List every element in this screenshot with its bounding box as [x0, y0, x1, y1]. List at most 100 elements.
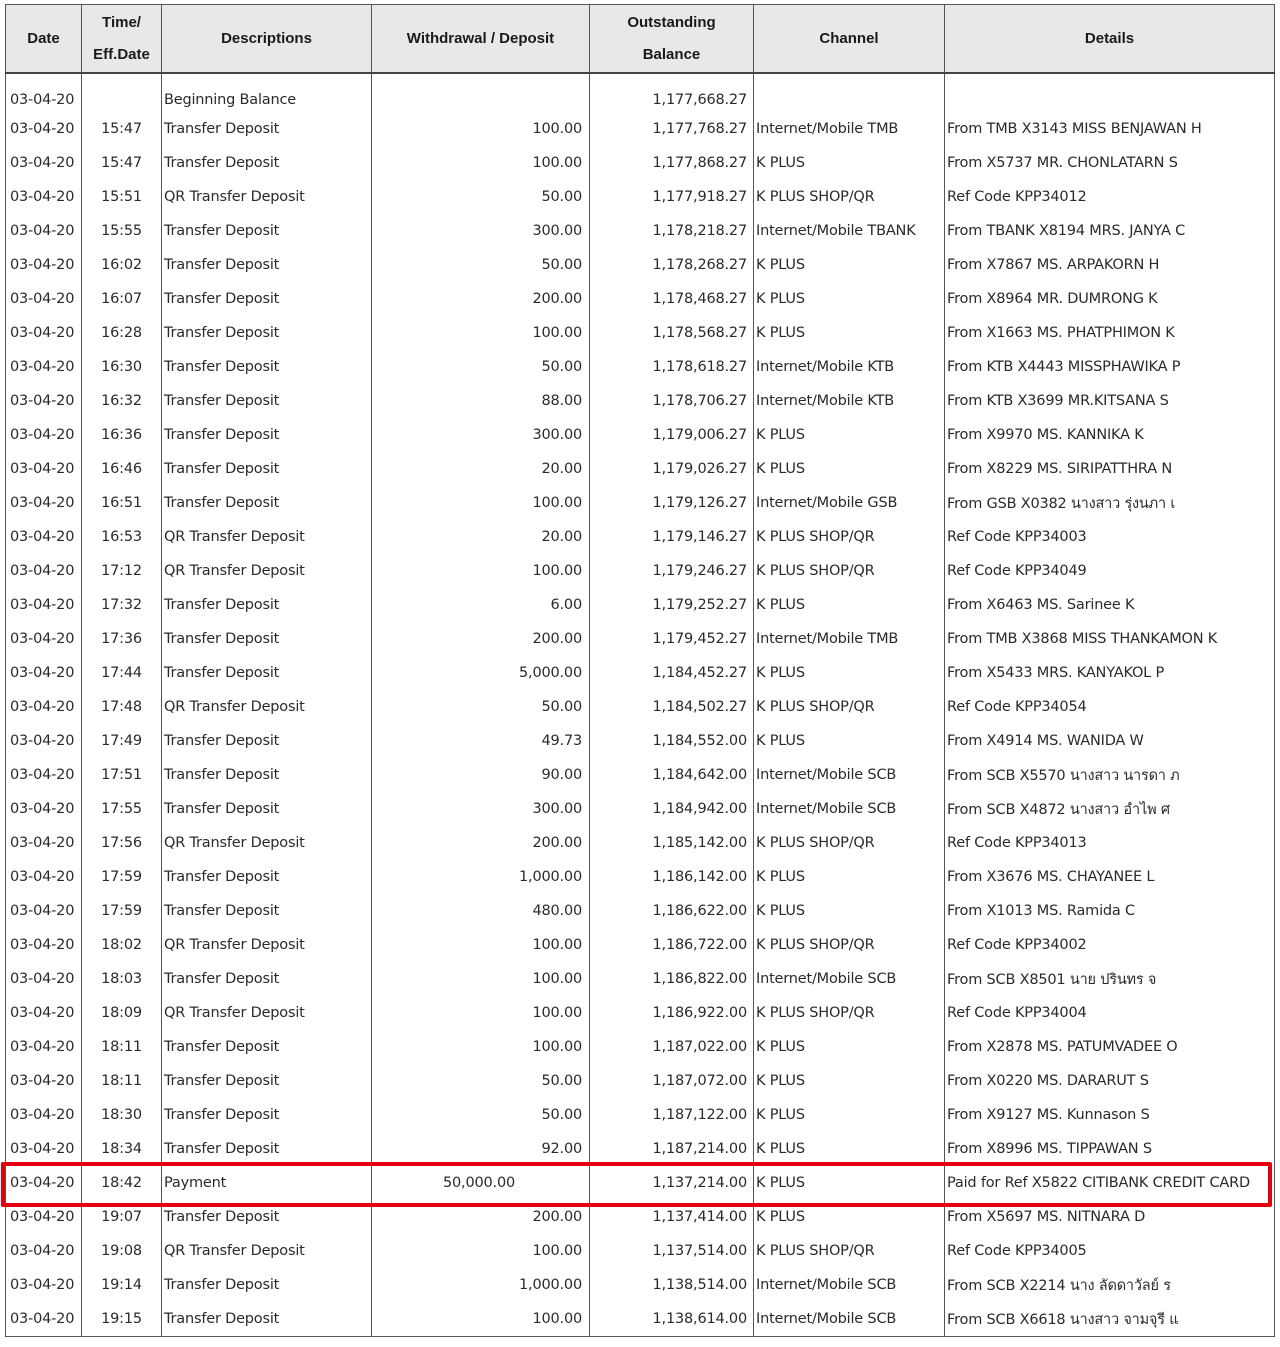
- cell-channel: K PLUS SHOP/QR: [753, 690, 945, 724]
- cell-amount: 200.00: [371, 826, 590, 860]
- cell-date: 03-04-20: [5, 350, 82, 384]
- table-row: 03-04-20 17:59 Transfer Deposit 480.00 1,186…: [5, 894, 1275, 928]
- cell-description: Transfer Deposit: [161, 350, 372, 384]
- cell-channel: K PLUS: [753, 894, 945, 928]
- cell-balance: 1,178,218.27: [589, 214, 754, 248]
- cell-description: Transfer Deposit: [161, 588, 372, 622]
- cell-description: Transfer Deposit: [161, 758, 372, 792]
- cell-time: 18:30: [81, 1098, 162, 1132]
- cell-channel: K PLUS SHOP/QR: [753, 996, 945, 1030]
- cell-balance: 1,179,026.27: [589, 452, 754, 486]
- cell-details: Ref Code KPP34049: [944, 554, 1275, 588]
- cell-details: From TMB X3868 MISS THANKAMON K: [944, 622, 1275, 656]
- cell-date: 03-04-20: [5, 282, 82, 316]
- cell-time: 16:28: [81, 316, 162, 350]
- cell-details: From X7867 MS. ARPAKORN H: [944, 248, 1275, 282]
- cell-details: From X3676 MS. CHAYANEE L: [944, 860, 1275, 894]
- cell-balance: 1,186,822.00: [589, 962, 754, 996]
- cell-details: From SCB X6618 นางสาว จามจุรี แ: [944, 1302, 1275, 1337]
- cell-balance: 1,184,502.27: [589, 690, 754, 724]
- cell-amount: [371, 88, 590, 112]
- cell-channel: K PLUS: [753, 1132, 945, 1166]
- cell-amount: 100.00: [371, 486, 590, 520]
- statement-table: Date Time/ Eff.Date Descriptions Withdra…: [5, 4, 1275, 1337]
- header-row: Date Time/ Eff.Date Descriptions Withdra…: [5, 4, 1275, 74]
- cell-amount: 50.00: [371, 180, 590, 214]
- cell-date: 03-04-20: [5, 316, 82, 350]
- cell-date: 03-04-20: [5, 1302, 82, 1337]
- cell-date: 03-04-20: [5, 826, 82, 860]
- table-row: 03-04-20 15:47 Transfer Deposit 100.00 1,177…: [5, 146, 1275, 180]
- cell-description: Transfer Deposit: [161, 894, 372, 928]
- cell-amount: 100.00: [371, 928, 590, 962]
- cell-balance: 1,177,768.27: [589, 112, 754, 146]
- cell-balance: 1,179,246.27: [589, 554, 754, 588]
- cell-time: 16:51: [81, 486, 162, 520]
- cell-details: From SCB X8501 นาย ปรินทร จ: [944, 962, 1275, 996]
- cell-channel: Internet/Mobile SCB: [753, 758, 945, 792]
- cell-channel: Internet/Mobile TBANK: [753, 214, 945, 248]
- cell-time: 17:51: [81, 758, 162, 792]
- cell-date: 03-04-20: [5, 1098, 82, 1132]
- cell-amount: 100.00: [371, 554, 590, 588]
- cell-details: Ref Code KPP34003: [944, 520, 1275, 554]
- cell-time: 16:36: [81, 418, 162, 452]
- cell-balance: 1,179,006.27: [589, 418, 754, 452]
- cell-amount: 200.00: [371, 622, 590, 656]
- cell-amount: 1,000.00: [371, 860, 590, 894]
- cell-balance: 1,187,214.00: [589, 1132, 754, 1166]
- cell-time: 17:59: [81, 860, 162, 894]
- cell-time: 16:46: [81, 452, 162, 486]
- cell-description: Transfer Deposit: [161, 1132, 372, 1166]
- cell-time: 17:36: [81, 622, 162, 656]
- cell-channel: K PLUS: [753, 316, 945, 350]
- cell-amount: 480.00: [371, 894, 590, 928]
- cell-date: 03-04-20: [5, 452, 82, 486]
- cell-description: QR Transfer Deposit: [161, 180, 372, 214]
- cell-details: From X0220 MS. DARARUT S: [944, 1064, 1275, 1098]
- cell-description: QR Transfer Deposit: [161, 826, 372, 860]
- cell-channel: Internet/Mobile TMB: [753, 622, 945, 656]
- cell-channel: K PLUS SHOP/QR: [753, 928, 945, 962]
- cell-description: Transfer Deposit: [161, 1030, 372, 1064]
- cell-channel: K PLUS: [753, 1098, 945, 1132]
- header-withdrawal-deposit: Withdrawal / Deposit: [371, 4, 590, 74]
- cell-balance: 1,138,514.00: [589, 1268, 754, 1302]
- cell-channel: K PLUS: [753, 1200, 945, 1234]
- cell-details: From X4914 MS. WANIDA W: [944, 724, 1275, 758]
- cell-channel: K PLUS: [753, 248, 945, 282]
- header-descriptions: Descriptions: [161, 4, 372, 74]
- header-channel: Channel: [753, 4, 945, 74]
- cell-balance: 1,187,022.00: [589, 1030, 754, 1064]
- cell-description: Transfer Deposit: [161, 418, 372, 452]
- table-row: 03-04-20 17:44 Transfer Deposit 5,000.00 1,1…: [5, 656, 1275, 690]
- cell-details: From GSB X0382 นางสาว รุ่งนภา เ: [944, 486, 1275, 520]
- table-row: 03-04-20 16:07 Transfer Deposit 200.00 1,178…: [5, 282, 1275, 316]
- cell-description: Transfer Deposit: [161, 656, 372, 690]
- cell-time: 19:08: [81, 1234, 162, 1268]
- cell-description: Transfer Deposit: [161, 1098, 372, 1132]
- cell-description: QR Transfer Deposit: [161, 554, 372, 588]
- cell-description: Transfer Deposit: [161, 724, 372, 758]
- cell-channel: Internet/Mobile SCB: [753, 1302, 945, 1337]
- cell-description: Beginning Balance: [161, 88, 372, 112]
- cell-time: 17:49: [81, 724, 162, 758]
- cell-date: 03-04-20: [5, 894, 82, 928]
- table-row: 03-04-20 17:12 QR Transfer Deposit 100.00 1,…: [5, 554, 1275, 588]
- cell-time: 17:48: [81, 690, 162, 724]
- cell-channel: K PLUS: [753, 418, 945, 452]
- cell-date: 03-04-20: [5, 520, 82, 554]
- table-row: 03-04-20 18:42 Payment 50,000.00 1,137,214.0…: [5, 1166, 1275, 1200]
- cell-description: Transfer Deposit: [161, 316, 372, 350]
- cell-time: 18:42: [81, 1166, 162, 1200]
- table-row: 03-04-20 15:51 QR Transfer Deposit 50.00 1,1…: [5, 180, 1275, 214]
- cell-date: 03-04-20: [5, 88, 82, 112]
- cell-amount: 88.00: [371, 384, 590, 418]
- cell-date: 03-04-20: [5, 1166, 82, 1200]
- table-row: 03-04-20 17:49 Transfer Deposit 49.73 1,184,…: [5, 724, 1275, 758]
- cell-details: [944, 88, 1275, 112]
- cell-date: 03-04-20: [5, 1132, 82, 1166]
- cell-channel: Internet/Mobile SCB: [753, 1268, 945, 1302]
- cell-date: 03-04-20: [5, 554, 82, 588]
- cell-details: Ref Code KPP34002: [944, 928, 1275, 962]
